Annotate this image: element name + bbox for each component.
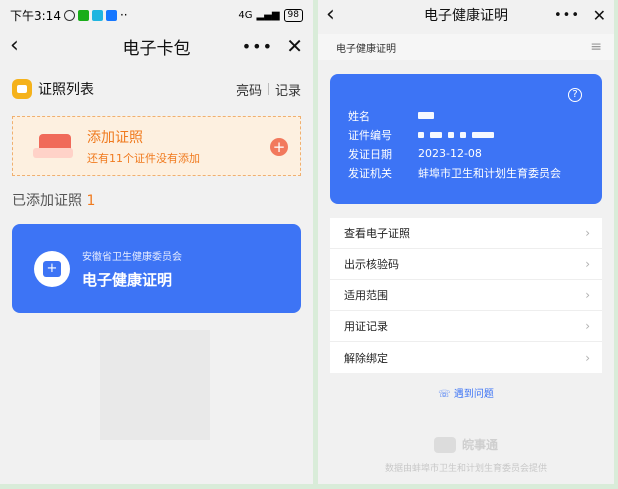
info-label: 姓名 xyxy=(348,109,370,123)
menu-item-label: 解除绑定 xyxy=(344,351,388,365)
menu-item-label: 用证记录 xyxy=(344,320,388,333)
app-icon xyxy=(105,9,117,21)
status-time: 下午3:14 xyxy=(10,8,61,23)
section-title: 证照列表 xyxy=(12,79,94,99)
add-plus-button[interactable]: + xyxy=(270,138,288,156)
chevron-right-icon: › xyxy=(585,350,590,365)
divider xyxy=(267,83,269,95)
health-certificate-card[interactable]: + 安徽省卫生健康委员会 电子健康证明 xyxy=(12,224,301,313)
chevron-right-icon: › xyxy=(585,288,590,302)
help-icon[interactable]: ? xyxy=(568,88,582,102)
added-certificates-label: 已添加证照 1 xyxy=(12,190,301,210)
footer-text: 数据由蚌埠市卫生和计划生育委员会提供 xyxy=(384,464,547,474)
problem-text: 遇到问题 xyxy=(453,389,494,400)
menu-item-label: 查看电子证照 xyxy=(344,227,410,240)
info-value: 2023-12-08 xyxy=(418,147,482,160)
menu-item-usage-records[interactable]: 用证记录 › xyxy=(330,311,602,342)
more-notifications-icon: ·· xyxy=(119,8,128,22)
medical-kit-icon: + xyxy=(34,250,70,287)
added-count: 1 xyxy=(86,193,96,209)
status-left: 下午3:14 ·· xyxy=(10,7,128,24)
redacted-id xyxy=(418,131,494,138)
more-options-icon[interactable]: ••• xyxy=(242,37,273,56)
add-card-text: 添加证照 还有11个证件没有添加 xyxy=(87,127,200,166)
show-code-link[interactable]: 亮码 xyxy=(236,80,262,99)
more-options-icon[interactable]: ••• xyxy=(554,8,580,23)
sub-header: 电子健康证明 ≡ xyxy=(318,34,614,60)
info-row-authority: 发证机关 蚌埠市卫生和计划生育委员会 xyxy=(348,163,602,182)
cert-name: 电子健康证明 xyxy=(82,270,173,289)
wallet-icon xyxy=(12,79,32,99)
card-illustration-icon xyxy=(33,134,73,158)
battery-icon: 98 xyxy=(283,8,303,22)
alarm-icon xyxy=(63,9,75,21)
redacted-name xyxy=(418,112,434,119)
status-right: 4G ▂▄▆ 98 xyxy=(238,8,303,22)
add-card-subtitle: 还有11个证件没有添加 xyxy=(87,151,200,165)
sub-header-title: 电子健康证明 xyxy=(336,43,396,55)
report-problem-link[interactable]: ☏ 遇到问题 xyxy=(318,385,614,400)
info-label: 发证机关 xyxy=(348,166,392,180)
section-header: 证照列表 亮码 记录 xyxy=(0,74,313,104)
info-row-name: 姓名 xyxy=(348,106,602,125)
right-screen: ‹ 电子健康证明 ••• ✕ 电子健康证明 ≡ ? 姓名 证件编号 发证日期 2… xyxy=(318,0,614,484)
add-certificate-card[interactable]: 添加证照 还有11个证件没有添加 + xyxy=(12,116,301,176)
chevron-right-icon: › xyxy=(585,257,590,271)
menu-item-show-code[interactable]: 出示核验码 › xyxy=(330,249,602,280)
cert-issuer: 安徽省卫生健康委员会 xyxy=(82,251,182,263)
close-icon[interactable]: ✕ xyxy=(593,6,606,25)
section-links: 亮码 记录 xyxy=(236,80,301,99)
add-card-title: 添加证照 xyxy=(87,129,143,146)
network-label: 4G xyxy=(238,9,253,21)
info-value: 蚌埠市卫生和计划生育委员会 xyxy=(418,166,561,180)
signal-icon: ▂▄▆ xyxy=(256,9,280,21)
footer-logo: 皖事通 xyxy=(318,436,614,453)
info-row-date: 发证日期 2023-12-08 xyxy=(348,144,602,163)
menu-item-scope[interactable]: 适用范围 › xyxy=(330,280,602,311)
app-icon xyxy=(91,9,103,21)
logo-icon xyxy=(433,436,456,453)
footer-logo-text: 皖事通 xyxy=(461,438,498,452)
menu-item-unbind[interactable]: 解除绑定 › xyxy=(330,342,602,373)
nav-bar: ‹ 电子健康证明 ••• ✕ xyxy=(318,0,614,30)
left-screen: 下午3:14 ·· 4G ▂▄▆ 98 ‹ 电子卡包 ••• ✕ 证照列表 亮码… xyxy=(0,0,313,484)
records-link[interactable]: 记录 xyxy=(275,80,301,99)
menu-item-view-certificate[interactable]: 查看电子证照 › xyxy=(330,218,602,249)
wechat-icon xyxy=(77,9,89,21)
service-icon: ☏ xyxy=(438,389,451,400)
faded-placeholder xyxy=(100,330,210,440)
menu-icon[interactable]: ≡ xyxy=(590,39,602,55)
info-label: 证件编号 xyxy=(348,128,392,142)
section-title-text: 证照列表 xyxy=(38,82,94,98)
certificate-info-card: ? 姓名 证件编号 发证日期 2023-12-08 发证机关 蚌埠市卫生和计划生… xyxy=(330,74,602,204)
status-bar: 下午3:14 ·· 4G ▂▄▆ 98 xyxy=(0,0,313,30)
added-label-text: 已添加证照 xyxy=(12,193,82,209)
menu-item-label: 出示核验码 xyxy=(344,258,399,271)
info-row-id: 证件编号 xyxy=(348,125,602,144)
menu-item-label: 适用范围 xyxy=(344,289,388,302)
cert-card-text: 安徽省卫生健康委员会 电子健康证明 xyxy=(82,248,182,290)
chevron-right-icon: › xyxy=(585,226,590,240)
close-icon[interactable]: ✕ xyxy=(286,34,303,58)
action-menu: 查看电子证照 › 出示核验码 › 适用范围 › 用证记录 › 解除绑定 › xyxy=(330,218,602,373)
info-label: 发证日期 xyxy=(348,147,392,161)
chevron-right-icon: › xyxy=(585,319,590,333)
nav-bar: ‹ 电子卡包 ••• ✕ xyxy=(0,30,313,62)
